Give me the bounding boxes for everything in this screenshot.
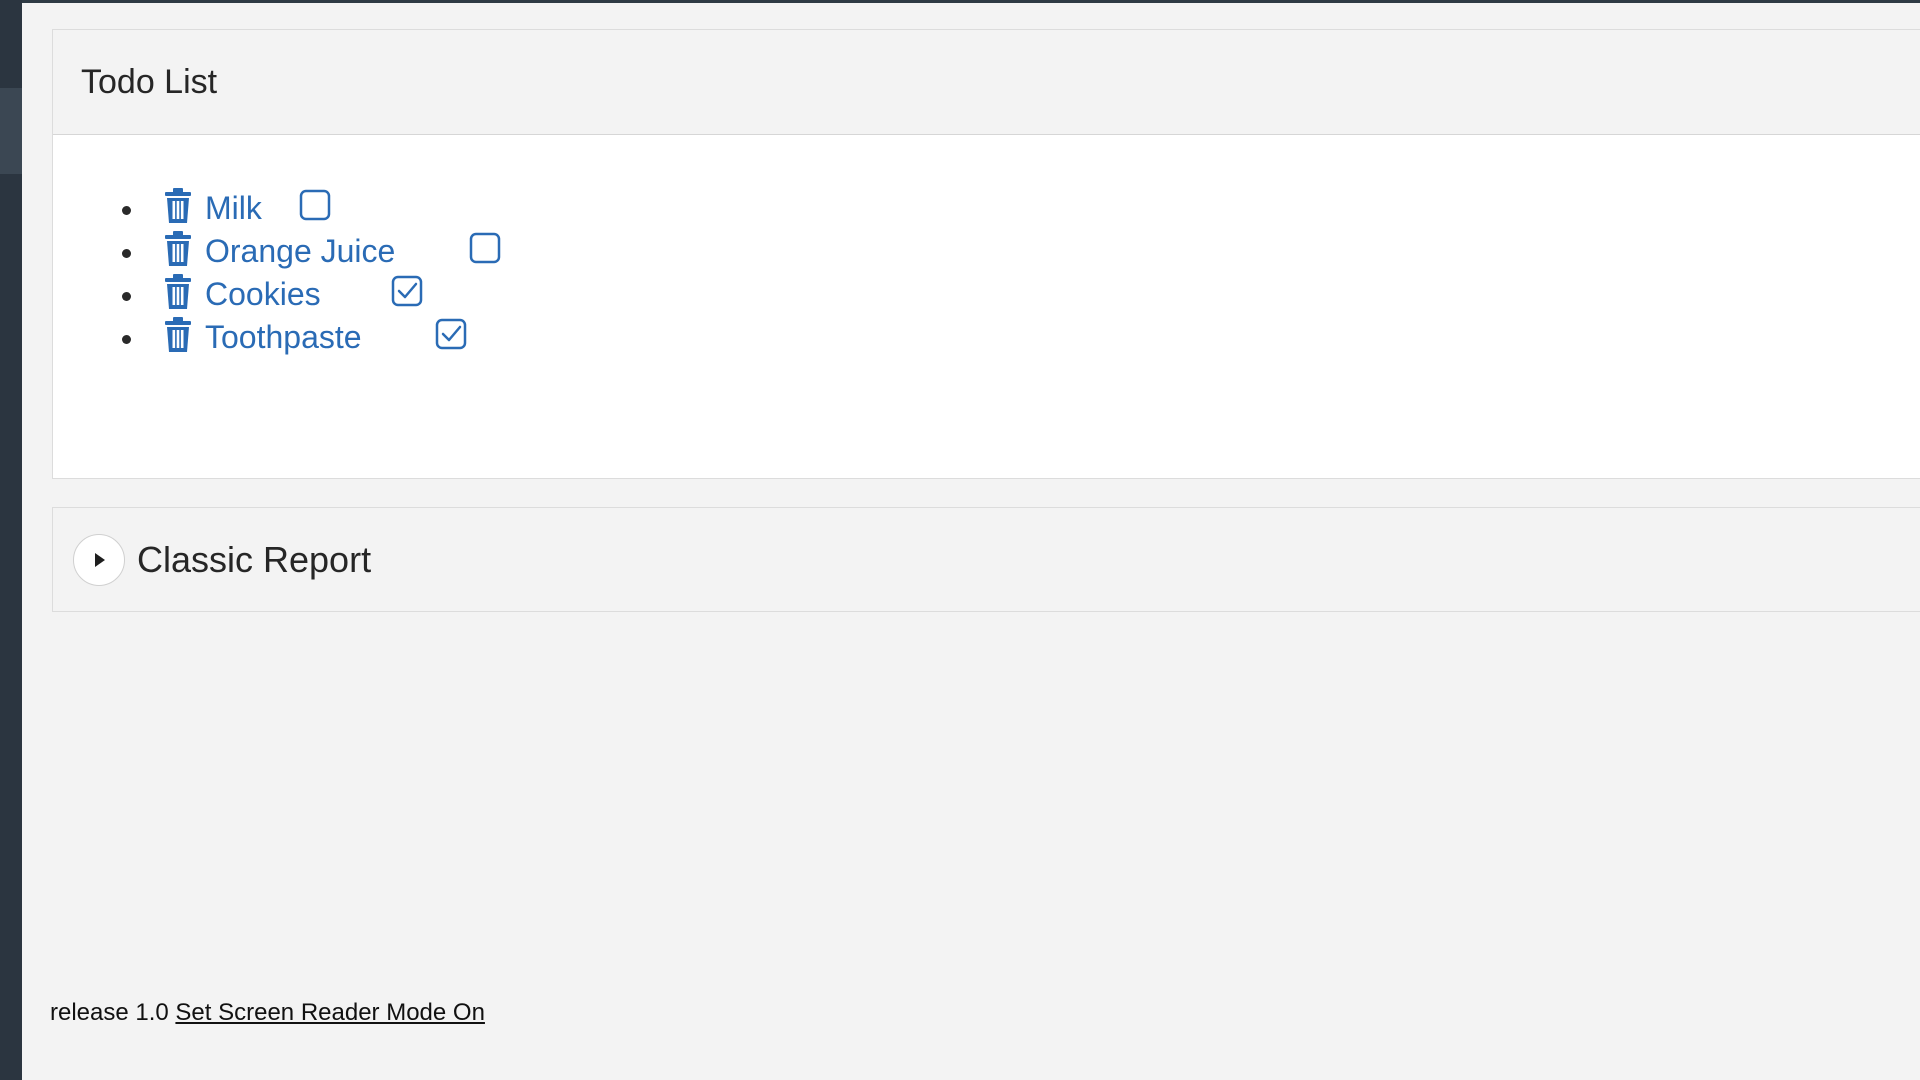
trash-icon[interactable] — [161, 316, 195, 354]
bullet — [122, 335, 131, 344]
play-triangle-icon — [95, 552, 105, 567]
trash-icon[interactable] — [161, 187, 195, 225]
classic-report-title[interactable]: Classic Report — [137, 539, 371, 581]
todo-item-label-cookies[interactable]: Cookies — [205, 276, 321, 313]
classic-report-header: Classic Report — [53, 508, 1920, 611]
todo-region-header: Todo List — [53, 30, 1920, 135]
bullet — [122, 206, 131, 215]
screen-reader-mode-link[interactable]: Set Screen Reader Mode On — [175, 999, 485, 1026]
trash-icon[interactable] — [161, 273, 195, 311]
bullet — [122, 292, 131, 301]
todo-region-title: Todo List — [81, 62, 218, 101]
classic-report-region: Classic Report — [52, 507, 1920, 612]
todo-item-label-milk[interactable]: Milk — [205, 190, 262, 227]
footer: release 1.0 Set Screen Reader Mode On — [50, 999, 485, 1027]
nav-active-item[interactable] — [0, 88, 22, 174]
trash-icon[interactable] — [161, 230, 195, 268]
left-nav-collapsed — [0, 0, 22, 1080]
checkbox-empty-icon[interactable] — [469, 232, 501, 264]
checkbox-checked-icon[interactable] — [391, 275, 423, 307]
checkbox-empty-icon[interactable] — [299, 189, 331, 221]
todo-list-region: Todo List Milk Orange Juice Cookies Toot… — [52, 29, 1920, 479]
top-bar — [0, 0, 1920, 3]
release-label: release 1.0 — [50, 999, 169, 1026]
todo-item-label-toothpaste[interactable]: Toothpaste — [205, 319, 362, 356]
todo-item-label-orange-juice[interactable]: Orange Juice — [205, 233, 395, 270]
checkbox-checked-icon[interactable] — [435, 318, 467, 350]
bullet — [122, 249, 131, 258]
expand-region-button[interactable] — [73, 533, 125, 586]
